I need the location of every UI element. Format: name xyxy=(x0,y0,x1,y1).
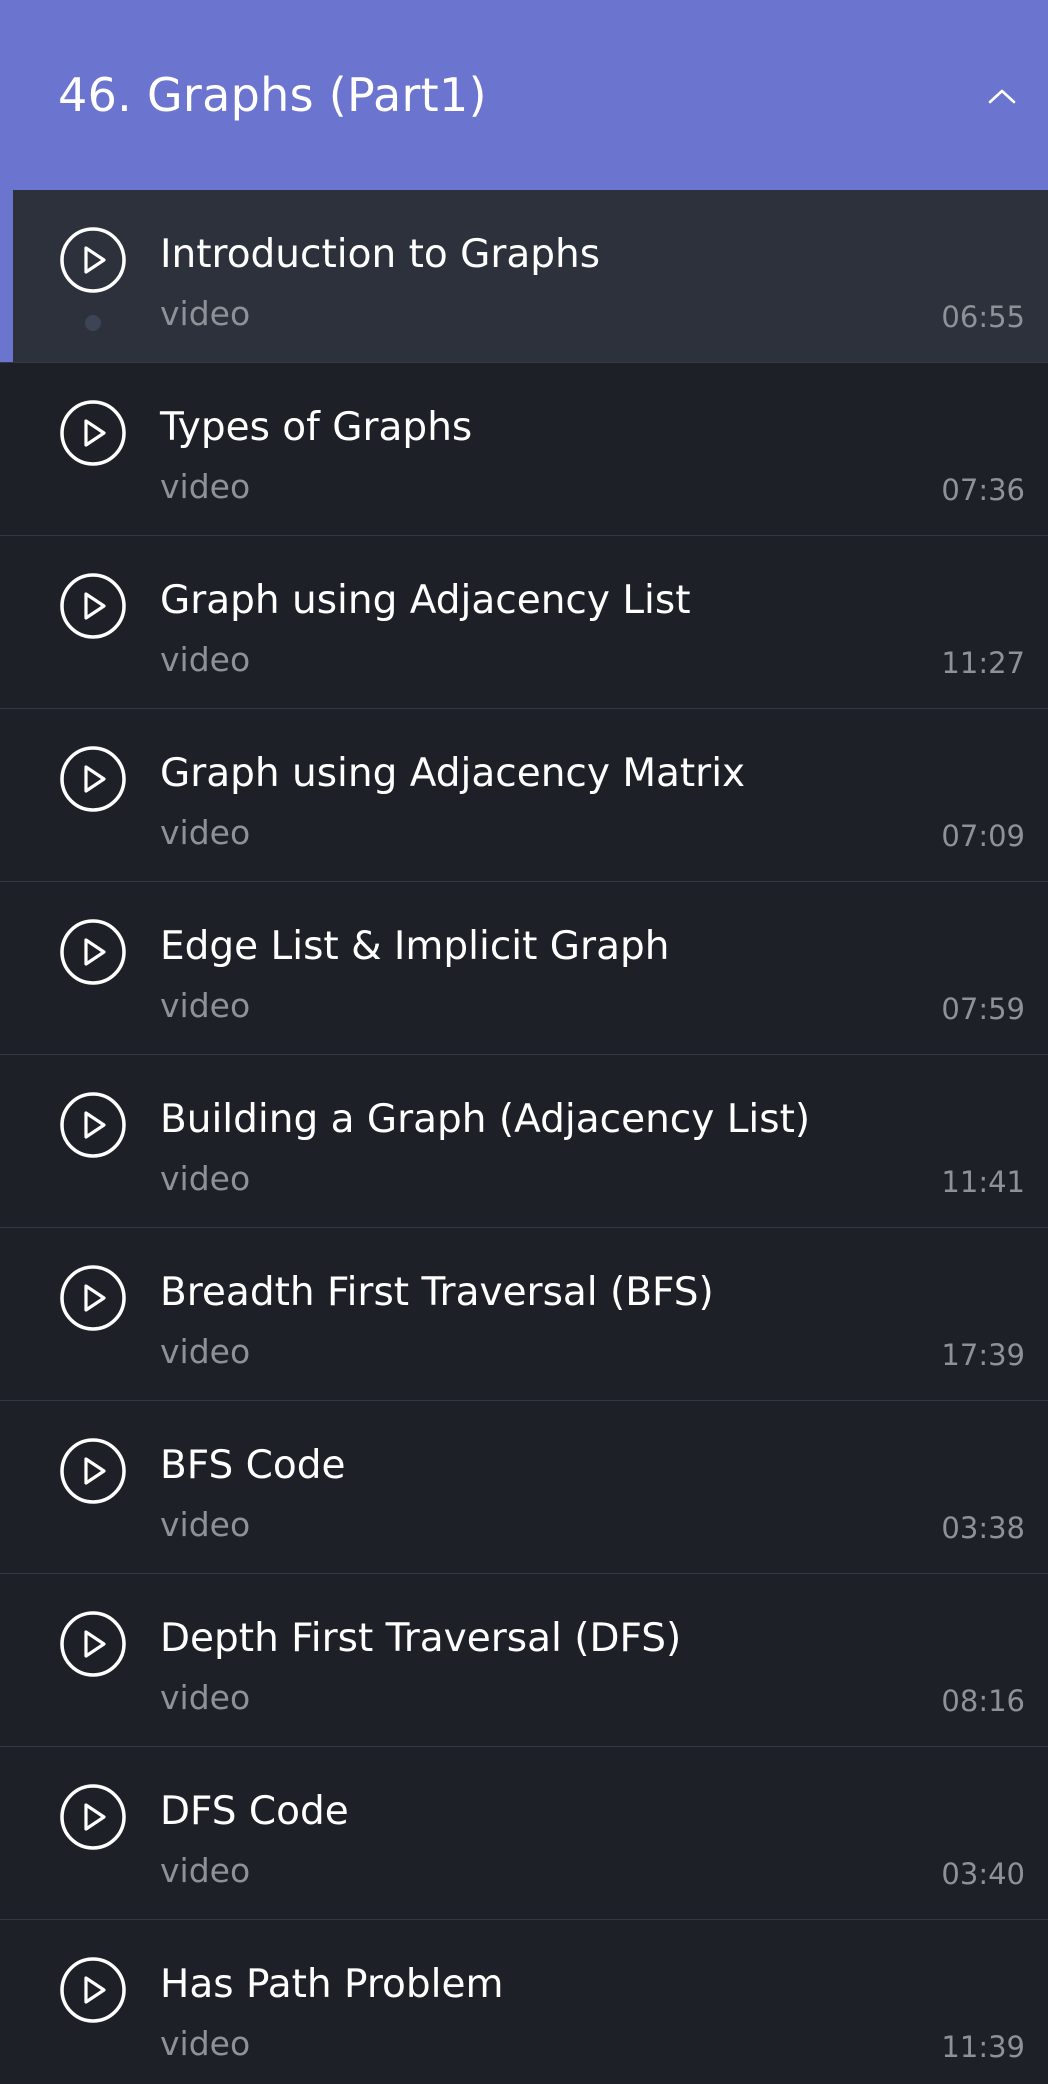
play-circle-icon[interactable] xyxy=(58,1090,128,1160)
lesson-item[interactable]: Building a Graph (Adjacency List) video … xyxy=(0,1055,1048,1228)
lesson-title: Introduction to Graphs xyxy=(160,232,601,277)
lesson-duration: 11:41 xyxy=(941,1165,1025,1199)
section-title: 46. Graphs (Part1) xyxy=(58,68,487,122)
lesson-item[interactable]: BFS Code video 03:38 xyxy=(0,1401,1048,1574)
play-circle-icon[interactable] xyxy=(58,1436,128,1506)
lesson-duration: 07:09 xyxy=(941,819,1025,853)
lesson-title: Graph using Adjacency List xyxy=(160,578,691,623)
lesson-title: BFS Code xyxy=(160,1443,346,1488)
lesson-title: Types of Graphs xyxy=(160,405,473,450)
lesson-duration: 06:55 xyxy=(941,300,1025,334)
play-circle-icon[interactable] xyxy=(58,1955,128,2025)
lesson-title: Has Path Problem xyxy=(160,1962,504,2007)
lesson-title: Graph using Adjacency Matrix xyxy=(160,751,746,796)
lesson-type: video xyxy=(160,467,251,506)
play-circle-icon[interactable] xyxy=(58,1609,128,1679)
lesson-type: video xyxy=(160,640,251,679)
lesson-item[interactable]: Depth First Traversal (DFS) video 08:16 xyxy=(0,1574,1048,1747)
play-circle-icon[interactable] xyxy=(58,225,128,295)
lesson-item[interactable]: Types of Graphs video 07:36 xyxy=(0,363,1048,536)
lesson-type: video xyxy=(160,813,251,852)
section-header[interactable]: 46. Graphs (Part1) xyxy=(0,0,1048,190)
lesson-title: Depth First Traversal (DFS) xyxy=(160,1616,682,1661)
lesson-type: video xyxy=(160,294,251,333)
lesson-duration: 11:39 xyxy=(941,2030,1025,2064)
lesson-duration: 03:38 xyxy=(941,1511,1025,1545)
lesson-duration: 11:27 xyxy=(941,646,1025,680)
play-circle-icon[interactable] xyxy=(58,398,128,468)
lesson-list: Introduction to Graphs video 06:55 Types… xyxy=(0,190,1048,2084)
lesson-item[interactable]: DFS Code video 03:40 xyxy=(0,1747,1048,1920)
lesson-item[interactable]: Introduction to Graphs video 06:55 xyxy=(0,190,1048,363)
lesson-duration: 17:39 xyxy=(941,1338,1025,1372)
lesson-item[interactable]: Edge List & Implicit Graph video 07:59 xyxy=(0,882,1048,1055)
play-circle-icon[interactable] xyxy=(58,917,128,987)
lesson-title: DFS Code xyxy=(160,1789,349,1834)
lesson-duration: 08:16 xyxy=(941,1684,1025,1718)
lesson-type: video xyxy=(160,1678,251,1717)
lesson-duration: 03:40 xyxy=(941,1857,1025,1891)
lesson-title: Edge List & Implicit Graph xyxy=(160,924,670,969)
lesson-type: video xyxy=(160,1159,251,1198)
play-circle-icon[interactable] xyxy=(58,1263,128,1333)
lesson-type: video xyxy=(160,1332,251,1371)
play-circle-icon[interactable] xyxy=(58,1782,128,1852)
lesson-item[interactable]: Graph using Adjacency Matrix video 07:09 xyxy=(0,709,1048,882)
lesson-duration: 07:59 xyxy=(941,992,1025,1026)
lesson-item[interactable]: Breadth First Traversal (BFS) video 17:3… xyxy=(0,1228,1048,1401)
lesson-type: video xyxy=(160,1851,251,1890)
lesson-item[interactable]: Graph using Adjacency List video 11:27 xyxy=(0,536,1048,709)
lesson-type: video xyxy=(160,986,251,1025)
lesson-title: Breadth First Traversal (BFS) xyxy=(160,1270,714,1315)
lesson-duration: 07:36 xyxy=(941,473,1025,507)
progress-dot xyxy=(85,315,101,331)
lesson-type: video xyxy=(160,2024,251,2063)
chevron-up-icon[interactable] xyxy=(984,78,1020,114)
lesson-item[interactable]: Has Path Problem video 11:39 xyxy=(0,1920,1048,2084)
play-circle-icon[interactable] xyxy=(58,744,128,814)
lesson-type: video xyxy=(160,1505,251,1544)
play-circle-icon[interactable] xyxy=(58,571,128,641)
lesson-title: Building a Graph (Adjacency List) xyxy=(160,1097,811,1142)
